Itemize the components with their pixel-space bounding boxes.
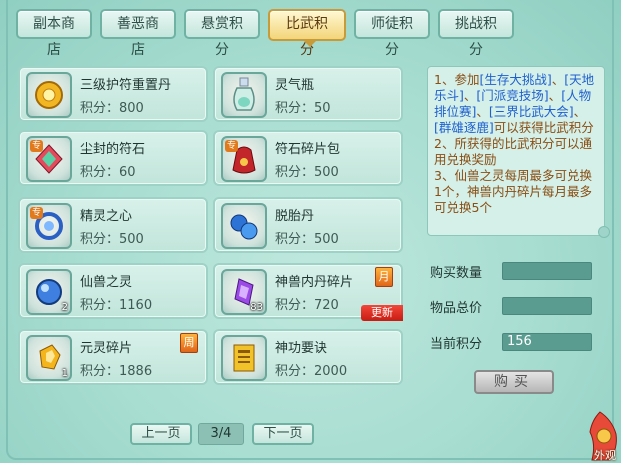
item-quantity: 1 bbox=[61, 368, 68, 379]
rebirth-pill-icon bbox=[221, 203, 267, 249]
shop-item[interactable]: 灵气瓶 积分：50 bbox=[213, 66, 403, 122]
yuanling-shard-icon: 1 bbox=[26, 335, 72, 381]
item-name: 灵气瓶 bbox=[275, 78, 315, 93]
item-price: 积分：1160 bbox=[80, 298, 153, 313]
gold-amulet-icon bbox=[26, 72, 72, 118]
item-name: 尘封的符石 bbox=[80, 142, 146, 157]
tab-arena-points[interactable]: 比武积分 bbox=[268, 9, 346, 58]
shop-item[interactable]: 神功要诀 积分：2000 bbox=[213, 329, 403, 385]
beast-spirit-orb-icon: 2 bbox=[26, 269, 72, 315]
shop-item[interactable]: 专 精灵之心 积分：500 bbox=[18, 197, 208, 253]
item-name: 符石碎片包 bbox=[275, 142, 341, 157]
tab-mentor-points[interactable]: 师徒积分 bbox=[354, 9, 430, 58]
next-page-button[interactable]: 下一页 bbox=[252, 423, 314, 445]
item-name: 元灵碎片 bbox=[80, 341, 133, 356]
tab-bar: 副本商店 善恶商店 悬赏积分 比武积分 师徒积分 挑战积分 bbox=[16, 9, 514, 58]
item-quantity: 2 bbox=[61, 302, 68, 313]
quantity-label: 购买数量 bbox=[430, 266, 483, 281]
prev-page-button[interactable]: 上一页 bbox=[130, 423, 192, 445]
shop-item[interactable]: 2 仙兽之灵 积分：1160 bbox=[18, 263, 208, 319]
rule-line-2: 2、所获得的比武积分可以通用兑换奖励 bbox=[434, 136, 592, 167]
active-tab-pointer bbox=[303, 40, 317, 47]
exclusive-badge: 专 bbox=[30, 140, 44, 152]
item-name: 脱胎丹 bbox=[275, 209, 315, 224]
monthly-limit-tag: 月 bbox=[375, 267, 393, 287]
item-price: 积分：60 bbox=[80, 165, 136, 180]
exclusive-badge: 专 bbox=[30, 207, 44, 219]
item-price: 积分：500 bbox=[80, 232, 144, 247]
shop-item[interactable]: 三级护符重置丹 积分：800 bbox=[18, 66, 208, 122]
item-price: 积分：500 bbox=[275, 232, 339, 247]
total-price-field bbox=[502, 297, 592, 315]
appearance-shortcut-label: 外观 bbox=[594, 449, 616, 462]
shop-item[interactable]: 1 元灵碎片 积分：1886 周 bbox=[18, 329, 208, 385]
weekly-limit-tag: 周 bbox=[180, 333, 198, 353]
item-price: 积分：50 bbox=[275, 101, 331, 116]
total-price-label: 物品总价 bbox=[430, 301, 483, 316]
exclusive-badge: 专 bbox=[225, 140, 239, 152]
beast-core-crystal-icon: 83 bbox=[221, 269, 267, 315]
item-name: 神功要诀 bbox=[275, 341, 328, 356]
tab-bounty-points[interactable]: 悬赏积分 bbox=[184, 9, 260, 58]
skill-manual-icon bbox=[221, 335, 267, 381]
item-name: 精灵之心 bbox=[80, 209, 133, 224]
item-price: 积分：720 bbox=[275, 298, 339, 313]
item-name: 三级护符重置丹 bbox=[80, 78, 172, 93]
item-name: 仙兽之灵 bbox=[80, 275, 133, 290]
shop-item[interactable]: 83 神兽内丹碎片 积分：720 月 更新 bbox=[213, 263, 403, 321]
current-points-field: 156 bbox=[502, 333, 592, 351]
tab-karma-shop[interactable]: 善恶商店 bbox=[100, 9, 176, 58]
item-quantity: 83 bbox=[250, 302, 263, 313]
shop-item[interactable]: 脱胎丹 积分：500 bbox=[213, 197, 403, 253]
item-price: 积分：500 bbox=[275, 165, 339, 180]
tab-challenge-points[interactable]: 挑战积分 bbox=[438, 9, 514, 58]
rules-info-panel: 1、参加[生存大挑战]、[天地乐斗]、[门派竞技场]、[人物排位赛]、[三界比武… bbox=[427, 66, 605, 236]
item-price: 积分：2000 bbox=[275, 364, 348, 379]
spirit-bottle-icon bbox=[221, 72, 267, 118]
page-indicator: 3/4 bbox=[198, 423, 244, 445]
panel-scroll-knob[interactable] bbox=[598, 226, 610, 238]
current-points-label: 当前积分 bbox=[430, 337, 483, 352]
spirit-heart-icon: 专 bbox=[26, 203, 72, 249]
buy-button[interactable]: 购买 bbox=[474, 370, 554, 394]
updated-ribbon: 更新 bbox=[361, 305, 403, 321]
rune-stone-icon: 专 bbox=[26, 136, 72, 182]
tab-dungeon-shop[interactable]: 副本商店 bbox=[16, 9, 92, 58]
shop-item[interactable]: 专 符石碎片包 积分：500 bbox=[213, 130, 403, 186]
rule-line-3: 3、仙兽之灵每周最多可兑换1个，神兽内丹碎片每月最多可兑换5个 bbox=[434, 168, 592, 215]
item-price: 积分：1886 bbox=[80, 364, 153, 379]
item-name: 神兽内丹碎片 bbox=[275, 275, 354, 290]
rule-line-1: 1、参加[生存大挑战]、[天地乐斗]、[门派竞技场]、[人物排位赛]、[三界比武… bbox=[434, 72, 595, 135]
quantity-input[interactable] bbox=[502, 262, 592, 280]
item-price: 积分：800 bbox=[80, 101, 144, 116]
shop-item[interactable]: 专 尘封的符石 积分：60 bbox=[18, 130, 208, 186]
rune-fragment-bag-icon: 专 bbox=[221, 136, 267, 182]
